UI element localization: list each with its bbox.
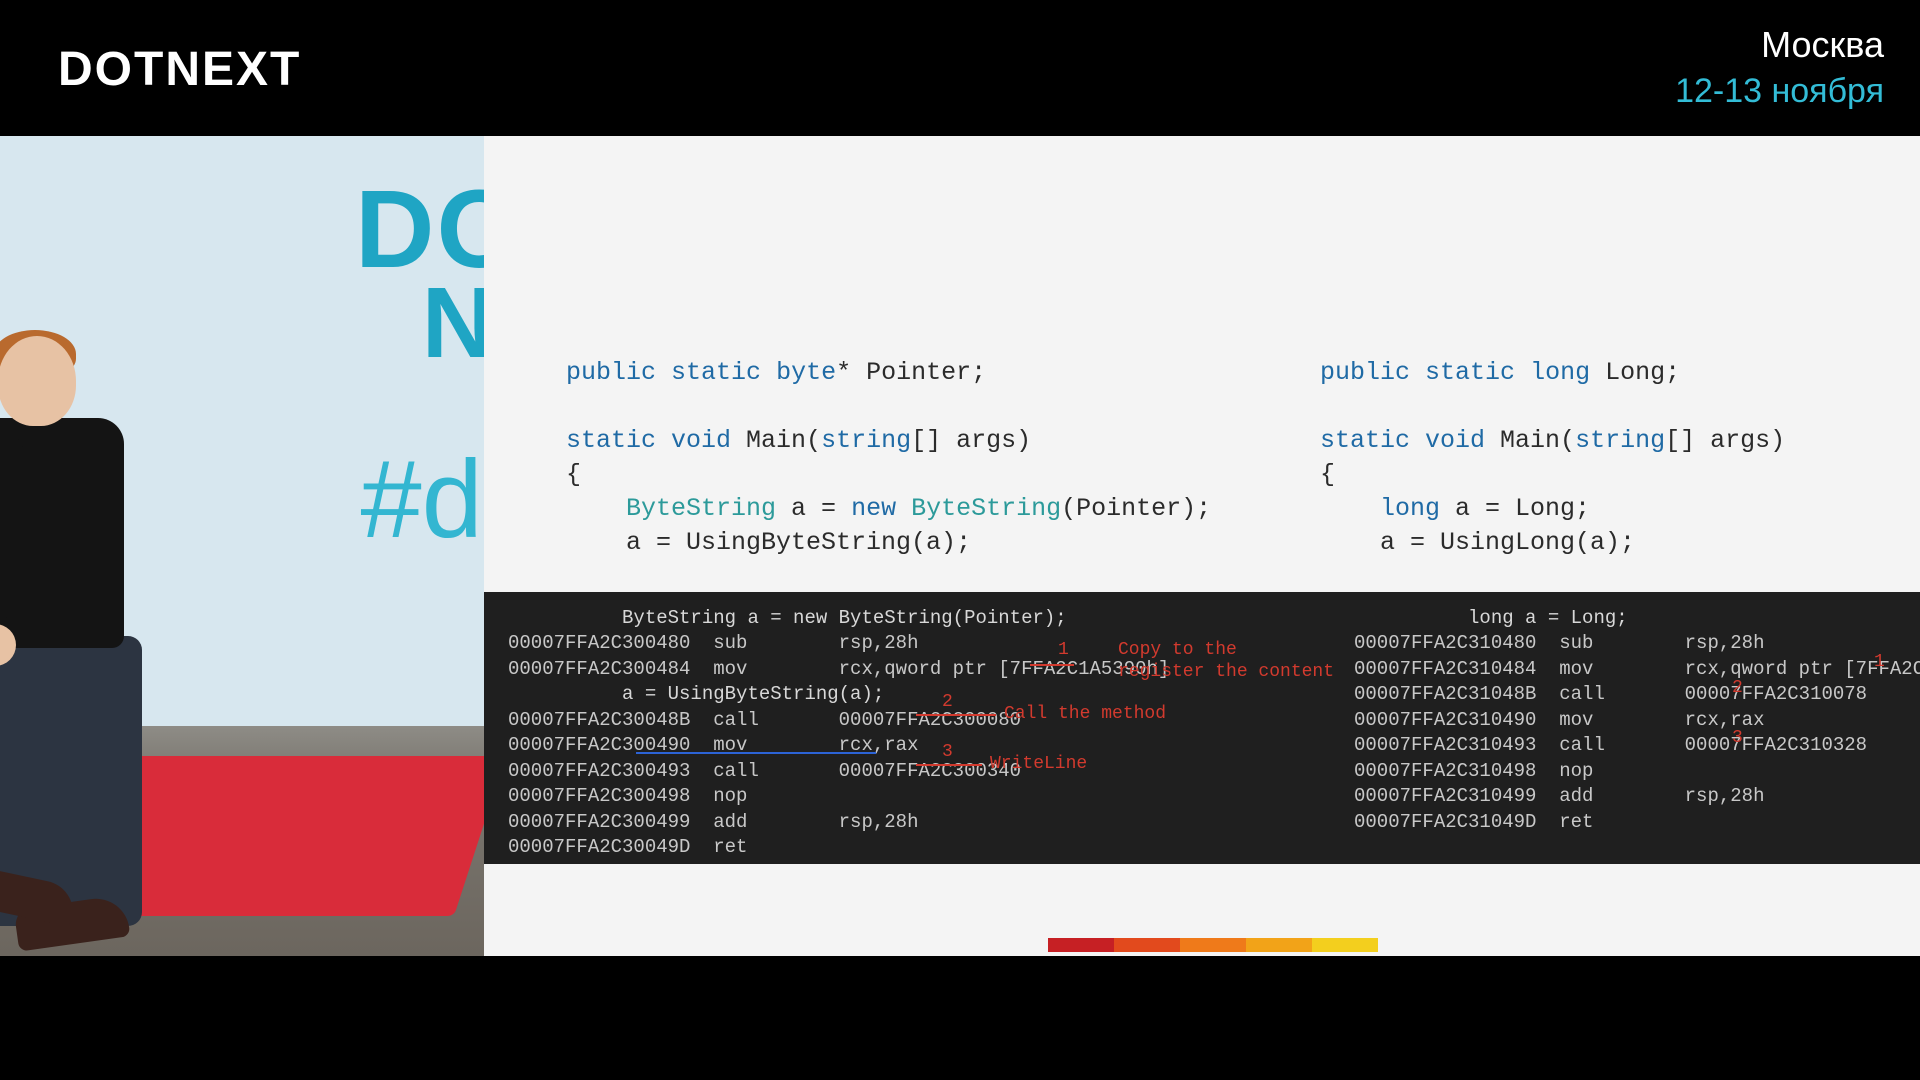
speaker-figure (0, 336, 168, 956)
annot-line (916, 764, 982, 766)
annot-number: 2 (942, 690, 953, 714)
slide: public static byte* Pointer; static void… (484, 136, 1920, 956)
header-dates: 12-13 ноября (1675, 72, 1884, 111)
annot-text: WriteLine (990, 752, 1087, 776)
annot-text: register the content (1118, 660, 1334, 684)
backdrop-text: #do (360, 436, 484, 563)
color-bar (1048, 938, 1378, 952)
annot-line (916, 714, 996, 716)
highlight-underline (636, 752, 876, 754)
annot-number: 1 (1058, 638, 1069, 662)
annot-line (1030, 664, 1074, 666)
annot-number: 3 (942, 740, 953, 764)
letterbox-bottom (0, 956, 1920, 1080)
annot-number: 3 (1732, 726, 1743, 750)
annot-number: 2 (1732, 676, 1743, 700)
brand-logo: DOTNEXT (58, 42, 301, 97)
backdrop-text: N (422, 266, 484, 381)
annot-text: Copy to the (1118, 638, 1237, 662)
header: DOTNEXT Москва 12-13 ноября (0, 0, 1920, 136)
header-city: Москва (1761, 24, 1884, 66)
asm-left: ByteString a = new ByteString(Pointer); … (508, 606, 1208, 861)
annot-text: Call the method (1004, 702, 1166, 726)
asm-right: long a = Long; 00007FFA2C310480 sub rsp,… (1354, 606, 1914, 835)
annot-number: 1 (1874, 650, 1885, 674)
camera-feed: DO N #do (0, 136, 484, 956)
disassembly-block: ByteString a = new ByteString(Pointer); … (484, 592, 1920, 864)
